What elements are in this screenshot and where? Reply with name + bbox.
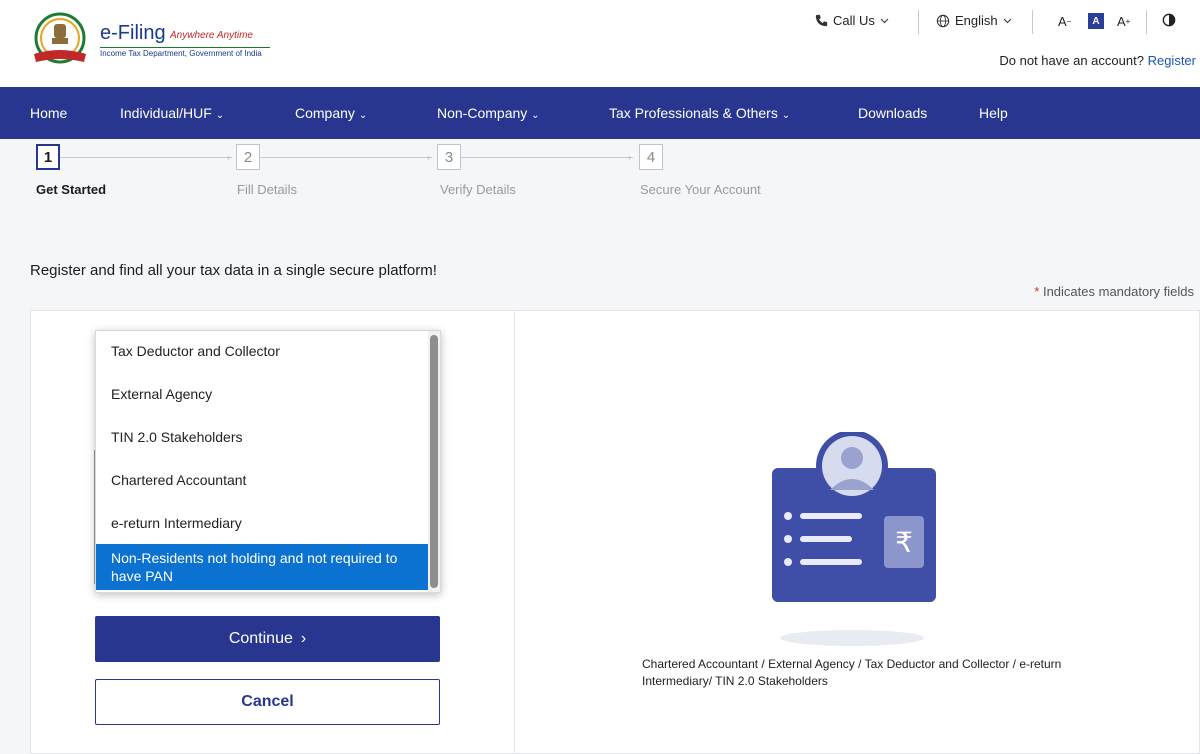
nav-tax-professionals-label: Tax Professionals & Others [609,105,778,121]
logo-subtitle: Income Tax Department, Government of Ind… [100,47,270,58]
phone-icon [815,14,828,27]
cancel-button[interactable]: Cancel [95,679,440,725]
font-decrease-label: A [1058,13,1067,29]
nav-downloads[interactable]: Downloads [858,105,927,121]
header-divider [918,10,919,34]
chevron-down-icon: ⌄ [531,110,540,121]
nav-help[interactable]: Help [979,105,1008,121]
step-1-label: Get Started [36,182,107,197]
contrast-icon[interactable] [1162,13,1176,27]
dropdown-scroll-thumb[interactable] [430,335,438,588]
nav-company[interactable]: Company ⌄ [295,105,367,121]
illustration-caption: Chartered Accountant / External Agency /… [642,657,1062,688]
mandatory-note-text: Indicates mandatory fields [1042,284,1194,299]
chevron-right-icon: › [300,630,307,647]
register-link[interactable]: Register [1148,53,1196,68]
step-3-box: 3 [437,144,461,170]
font-increase-label: A [1117,13,1126,29]
call-us-label: Call Us [833,13,875,28]
site-header: e-Filing Anywhere Anytime Income Tax Dep… [0,0,1200,87]
id-card-illustration: ₹ [772,432,936,646]
nav-company-label: Company [295,105,355,121]
header-divider [1032,10,1033,34]
language-label: English [955,13,998,28]
nav-home-label: Home [30,105,68,121]
card-divider [514,310,515,754]
dropdown-scrollbar[interactable] [428,331,440,592]
chevron-down-icon: ⌄ [358,110,368,121]
logo-tagline: Anywhere Anytime [170,30,253,41]
chevron-down-icon: ⌄ [215,110,225,121]
emblem-logo-icon[interactable] [30,12,90,68]
nav-non-company-label: Non-Company [437,105,528,121]
step-arrow-icon: › [628,152,631,162]
step-arrow-icon: › [227,152,230,162]
chevron-down-icon [880,18,889,23]
nav-help-label: Help [979,105,1008,121]
step-connector [260,157,432,158]
font-default-button[interactable]: A [1088,13,1104,29]
chevron-down-icon: ⌄ [781,110,791,121]
nav-non-company[interactable]: Non-Company ⌄ [437,105,540,121]
intro-text: Register and find all your tax data in a… [30,262,437,279]
step-4-label: Secure Your Account [640,182,761,197]
main-nav: Home Individual/HUF ⌄ Company ⌄ Non-Comp… [0,87,1200,139]
call-us-menu[interactable]: Call Us [815,13,889,28]
nav-individual-huf[interactable]: Individual/HUF ⌄ [120,105,224,121]
step-1-box: 1 [36,144,60,170]
user-type-dropdown[interactable]: Tax Deductor and Collector External Agen… [95,330,441,593]
option-e-return-intermediary[interactable]: e-return Intermediary [96,515,430,531]
mandatory-note: * Indicates mandatory fields [1034,284,1194,299]
nav-downloads-label: Downloads [858,105,928,121]
continue-button[interactable]: Continue › [95,616,440,662]
register-prompt: Do not have an account? Register [999,53,1196,68]
option-tin-stakeholders[interactable]: TIN 2.0 Stakeholders [96,429,430,445]
account-prompt-text: Do not have an account? [999,53,1144,68]
globe-icon [936,14,950,27]
language-selector[interactable]: English [936,13,1012,28]
nav-tax-professionals[interactable]: Tax Professionals & Others ⌄ [609,105,790,121]
font-increase-button[interactable]: A + [1117,11,1130,31]
chevron-down-icon [1003,18,1012,23]
step-3-label: Verify Details [440,182,516,197]
step-connector [461,157,633,158]
step-4-box: 4 [639,144,663,170]
continue-label: Continue [228,630,293,647]
logo-title[interactable]: e-Filing [100,22,166,45]
step-arrow-icon: › [427,152,430,162]
option-tax-deductor-collector[interactable]: Tax Deductor and Collector [96,343,430,359]
font-default-label: A [1092,15,1100,27]
step-2-box: 2 [236,144,260,170]
step-2-label: Fill Details [237,182,297,197]
font-decrease-button[interactable]: A − [1058,11,1071,31]
step-connector [60,157,232,158]
nav-individual-label: Individual/HUF [120,105,212,121]
nav-home[interactable]: Home [30,105,67,121]
required-star: * [1034,284,1040,299]
header-divider [1146,10,1147,34]
option-non-residents-selected[interactable]: Non-Residents not holding and not requir… [96,544,430,590]
option-external-agency[interactable]: External Agency [96,386,430,402]
option-chartered-accountant[interactable]: Chartered Accountant [96,472,430,488]
svg-text:₹: ₹ [895,526,913,559]
